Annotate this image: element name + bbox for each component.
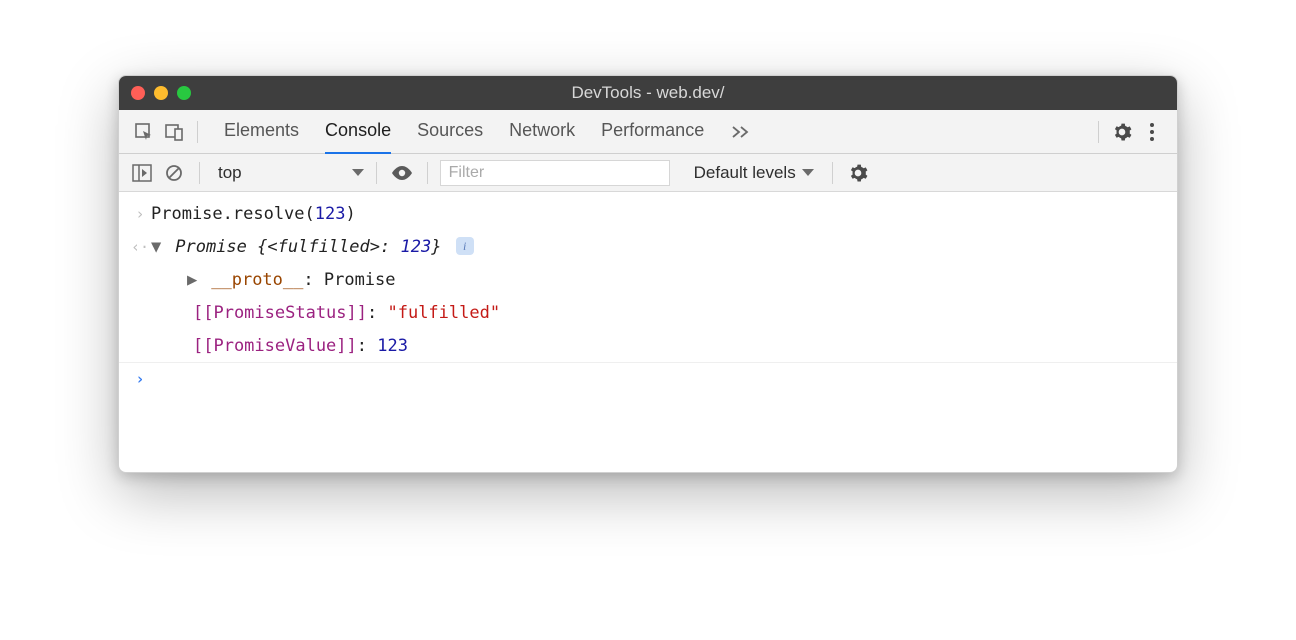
divider — [376, 162, 377, 184]
divider — [427, 162, 428, 184]
output-caret-icon: ‹· — [129, 233, 151, 261]
minimize-window-button[interactable] — [154, 86, 168, 100]
collapse-arrow-icon[interactable]: ▼ — [151, 233, 165, 262]
divider — [832, 162, 833, 184]
sidebar-toggle-icon[interactable] — [129, 160, 155, 186]
proto-key: __proto__ — [211, 270, 303, 290]
caret-down-icon — [802, 169, 814, 176]
levels-label: Default levels — [694, 163, 796, 183]
divider — [197, 121, 198, 143]
divider — [199, 162, 200, 184]
prompt-caret-icon: › — [129, 365, 151, 393]
object-preview: Promise {<fulfilled>: 123} — [175, 237, 441, 257]
clear-console-icon[interactable] — [161, 160, 187, 186]
traffic-lights — [131, 86, 191, 100]
promise-value-value: 123 — [377, 336, 408, 356]
inspect-icon[interactable] — [129, 117, 159, 147]
zoom-window-button[interactable] — [177, 86, 191, 100]
window-title: DevTools - web.dev/ — [119, 83, 1177, 103]
promise-status-key: [[PromiseStatus]] — [193, 303, 367, 323]
titlebar: DevTools - web.dev/ — [119, 76, 1177, 110]
promise-value-key: [[PromiseValue]] — [193, 336, 357, 356]
devtools-window: DevTools - web.dev/ Elements Console Sou… — [118, 75, 1178, 473]
console-toolbar: top Default levels — [119, 154, 1177, 192]
tab-network[interactable]: Network — [509, 109, 575, 154]
tab-console[interactable]: Console — [325, 109, 391, 154]
tab-elements[interactable]: Elements — [224, 109, 299, 154]
promise-status-value: "fulfilled" — [387, 303, 500, 323]
promise-status-row[interactable]: [[PromiseStatus]]: "fulfilled" — [119, 297, 1177, 330]
context-label: top — [218, 163, 242, 183]
info-badge-icon[interactable]: i — [456, 237, 474, 255]
more-tabs-chevron-icon[interactable] — [726, 117, 756, 147]
console-output: › Promise.resolve(123) ‹· ▼ Promise {<fu… — [119, 192, 1177, 472]
tabbar: Elements Console Sources Network Perform… — [119, 110, 1177, 154]
log-levels-selector[interactable]: Default levels — [694, 163, 814, 183]
console-input-row[interactable]: › Promise.resolve(123) — [119, 198, 1177, 231]
tab-performance[interactable]: Performance — [601, 109, 704, 154]
console-input-text: Promise.resolve(123) — [151, 200, 1167, 229]
proto-value: Promise — [324, 270, 396, 290]
divider — [1098, 121, 1099, 143]
promise-value-row[interactable]: [[PromiseValue]]: 123 — [119, 330, 1177, 364]
live-expression-eye-icon[interactable] — [389, 160, 415, 186]
proto-row[interactable]: ▶ __proto__: Promise — [119, 264, 1177, 297]
tab-sources[interactable]: Sources — [417, 109, 483, 154]
context-selector[interactable]: top — [212, 163, 364, 183]
input-caret-icon: › — [129, 200, 151, 228]
caret-down-icon — [352, 169, 364, 176]
kebab-menu-icon[interactable] — [1137, 117, 1167, 147]
expand-arrow-icon[interactable]: ▶ — [187, 266, 201, 295]
console-result-row[interactable]: ‹· ▼ Promise {<fulfilled>: 123} i — [119, 231, 1177, 264]
tabs: Elements Console Sources Network Perform… — [224, 109, 704, 154]
console-prompt-row[interactable]: › — [119, 363, 1177, 395]
device-toggle-icon[interactable] — [159, 117, 189, 147]
close-window-button[interactable] — [131, 86, 145, 100]
console-settings-gear-icon[interactable] — [845, 160, 871, 186]
settings-gear-icon[interactable] — [1107, 117, 1137, 147]
filter-input[interactable] — [440, 160, 670, 186]
